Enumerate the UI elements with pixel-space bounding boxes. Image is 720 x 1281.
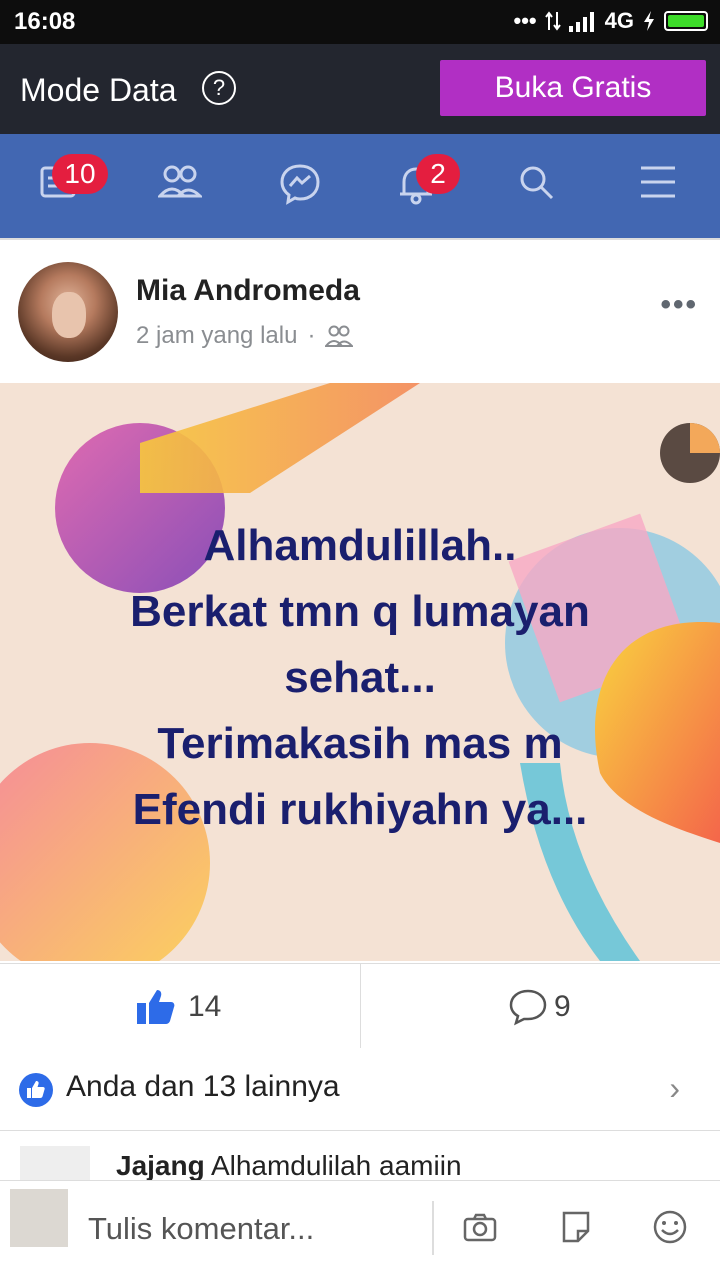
status-bar: 16:08 ••• 4G: [0, 0, 720, 44]
post-background-image[interactable]: Alhamdulillah.. Berkat tmn q lumayan seh…: [0, 383, 720, 961]
comment-preview-text: Jajang Alhamdulilah aamiin: [116, 1150, 462, 1182]
data-arrows-icon: [544, 11, 561, 31]
author-avatar[interactable]: [18, 262, 118, 362]
emoji-icon[interactable]: [652, 1209, 688, 1245]
data-mode-bar: Mode Data ? Buka Gratis: [0, 44, 720, 134]
nav-friends[interactable]: [156, 162, 208, 212]
post-text-line: Efendi rukhiyahn ya...: [132, 785, 588, 834]
like-button[interactable]: 14: [136, 988, 221, 1026]
reactions-summary[interactable]: Anda dan 13 lainnya ›: [0, 1048, 720, 1131]
charging-icon: [644, 11, 654, 31]
comment-button[interactable]: 9: [508, 988, 571, 1026]
feed-badge: 10: [52, 154, 108, 194]
stats-divider: [360, 964, 361, 1048]
post-text-line: Berkat tmn q lumayan: [130, 587, 590, 636]
network-type: 4G: [604, 8, 634, 33]
chevron-right-icon: ›: [669, 1070, 680, 1106]
dots-icon: •••: [513, 8, 537, 33]
sticker-icon[interactable]: [558, 1209, 594, 1245]
nav-notifications[interactable]: 2: [396, 154, 460, 212]
post-text-line: sehat...: [284, 653, 436, 702]
help-icon[interactable]: ?: [202, 71, 236, 105]
friends-privacy-icon: [325, 325, 354, 347]
open-free-button[interactable]: Buka Gratis: [440, 60, 706, 116]
post-header: Mia Andromeda 2 jam yang lalu · •••: [0, 238, 720, 385]
post-author-name[interactable]: Mia Andromeda: [136, 274, 360, 308]
signal-icon: [568, 12, 594, 32]
reactions-text: Anda dan 13 lainnya: [66, 1070, 340, 1103]
comment-count: 9: [554, 990, 571, 1023]
post-text: Alhamdulillah.. Berkat tmn q lumayan seh…: [0, 513, 720, 843]
comment-author[interactable]: Jajang: [116, 1150, 205, 1181]
like-count: 14: [188, 990, 222, 1023]
composer-divider: [432, 1201, 434, 1255]
battery-icon: [664, 11, 708, 31]
my-avatar: [10, 1189, 68, 1247]
meta-separator: ·: [307, 322, 316, 349]
friends-icon: [156, 165, 204, 198]
comment-input[interactable]: Tulis komentar...: [88, 1211, 314, 1247]
search-icon: [520, 166, 554, 200]
post-text-line: Alhamdulillah..: [203, 521, 517, 570]
comment-icon: [509, 989, 547, 1026]
status-icons: ••• 4G: [514, 8, 708, 34]
notifications-badge: 2: [416, 154, 460, 194]
post-time[interactable]: 2 jam yang lalu: [136, 322, 297, 350]
camera-icon[interactable]: [462, 1209, 498, 1245]
like-reaction-icon: [19, 1073, 53, 1107]
nav-messenger[interactable]: [278, 162, 328, 212]
comment-composer: Tulis komentar...: [0, 1180, 720, 1281]
nav-menu[interactable]: [638, 162, 688, 212]
post-meta: 2 jam yang lalu ·: [136, 322, 354, 350]
post-text-line: Terimakasih mas m: [157, 719, 563, 768]
nav-news-feed[interactable]: 10: [38, 154, 108, 212]
thumbs-up-icon: [137, 990, 175, 1024]
data-mode-label: Mode Data: [20, 72, 177, 108]
more-options-icon[interactable]: •••: [660, 288, 698, 322]
nav-search[interactable]: [516, 162, 566, 212]
comment-body: Alhamdulilah aamiin: [204, 1150, 462, 1181]
top-nav-bar: 10 2: [0, 134, 720, 238]
messenger-icon: [280, 164, 320, 205]
hamburger-icon: [641, 166, 675, 198]
post-stats-bar: 14 9: [0, 963, 720, 1049]
status-time: 16:08: [14, 8, 76, 35]
